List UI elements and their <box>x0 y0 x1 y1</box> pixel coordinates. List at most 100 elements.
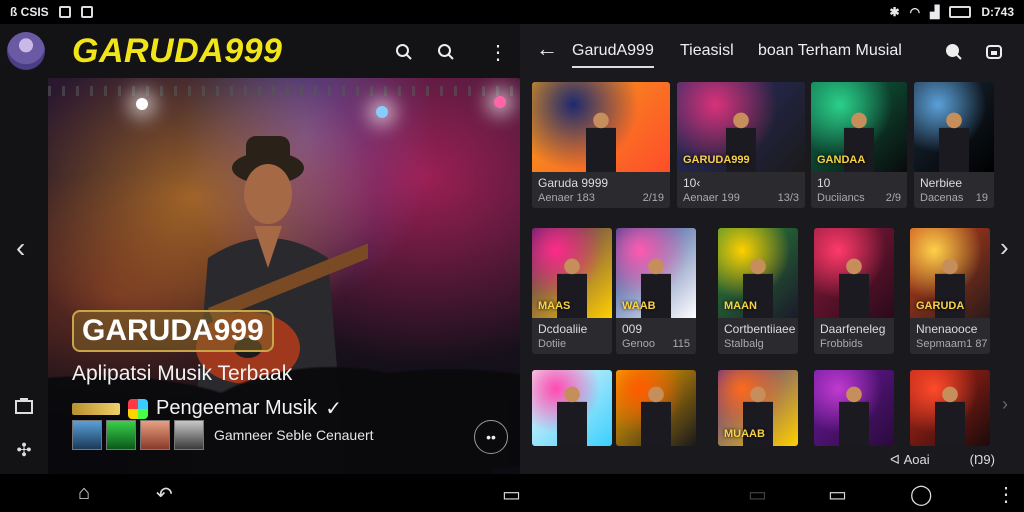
fan-thumbnail[interactable] <box>106 420 136 450</box>
album-cover <box>910 370 990 446</box>
album-cover <box>532 82 670 172</box>
album-card[interactable] <box>616 370 696 446</box>
home-icon[interactable]: ⌂ <box>78 482 90 505</box>
album-meta: Stalbalg <box>724 338 764 350</box>
artist-figure <box>939 112 969 172</box>
artist-figure <box>586 112 616 172</box>
badge-icon <box>72 402 120 415</box>
overview-icon[interactable]: ▭ <box>828 482 847 507</box>
prev-arrow-icon[interactable]: ‹ <box>16 232 25 264</box>
catalog-footer: ᐊ Aoai (Ŋ9) <box>890 452 995 468</box>
footer-right: (Ŋ9) <box>969 452 995 467</box>
album-cover: GANDAA <box>811 82 907 172</box>
album-cover <box>532 370 612 446</box>
album-meta: Dotiie <box>538 338 567 350</box>
album-cover: GARUDA999 <box>677 82 805 172</box>
album-card[interactable]: WAAB 009 Genoo 115 <box>616 228 696 354</box>
status-bar: ß CSIS ✱ ◠ ▟ D:743 <box>0 0 1024 24</box>
recents-icon-dim[interactable]: ▭ <box>748 482 767 507</box>
album-title: 10 <box>817 176 831 190</box>
album-card[interactable]: Nerbiee Dacenas 19 <box>914 82 994 208</box>
album-cover-text: MUAAB <box>724 428 765 440</box>
tab-terham-musial[interactable]: boan Terham Musial <box>758 42 902 60</box>
catalog-panel: ← GarudA999 Tieasisl boan Terham Musial … <box>520 24 1024 474</box>
footer-left: ᐊ Aoai <box>890 452 930 467</box>
status-time: D:743 <box>981 5 1014 19</box>
hero-banner[interactable]: GARUDA999 Aplipatsi Musik Terbaak Pengee… <box>48 78 520 474</box>
wifi-icon: ◠ <box>909 5 921 19</box>
back-icon[interactable]: ↶ <box>156 482 173 507</box>
cast-icon[interactable] <box>980 38 1008 66</box>
album-cover: GARUDA <box>910 228 990 318</box>
avatar[interactable] <box>7 32 45 70</box>
recents-icon[interactable]: ▭ <box>502 482 521 507</box>
tab-garuda[interactable]: GarudA999 <box>572 42 654 68</box>
album-card[interactable]: MAAS Dcdoaliie Dotiie <box>532 228 612 354</box>
album-meta: Duciiancs <box>817 192 865 204</box>
next-arrow-icon-dim[interactable]: › <box>1002 394 1008 415</box>
album-title: Nerbiee <box>920 176 963 190</box>
system-nav-bar: ⌂ ↶ ▭ ▭ ▭ ◯ ⋮ <box>0 474 1024 512</box>
tab-tieasisl[interactable]: Tieasisl <box>680 42 734 60</box>
battery-icon <box>949 6 972 18</box>
stage-light <box>376 106 388 118</box>
album-cover: MUAAB <box>718 370 798 446</box>
album-title: Daarfeneleg <box>820 322 886 336</box>
album-cover: MAAS <box>532 228 612 318</box>
settings-icon[interactable]: ✣ <box>12 438 36 462</box>
album-card[interactable]: MAAN Cortbentiiaee Stalbalg <box>718 228 798 354</box>
library-icon[interactable] <box>12 394 36 418</box>
check-icon: ✓ <box>325 398 342 420</box>
fan-thumbnail[interactable] <box>72 420 102 450</box>
album-meta: Frobbids <box>820 338 863 350</box>
thumbnails-label: Gamneer Seble Cenauert <box>214 427 374 443</box>
album-title: Dcdoaliie <box>538 322 588 336</box>
more-vert-icon[interactable]: ⋮ <box>484 38 512 66</box>
album-meta: Aenaer 199 <box>683 192 740 204</box>
album-count: 2/9 <box>885 192 901 204</box>
menu-icon[interactable]: ⋮ <box>996 482 1016 507</box>
next-arrow-icon[interactable]: › <box>1000 232 1009 263</box>
gallery-notification-icon <box>58 6 71 18</box>
artist-figure <box>839 258 869 318</box>
app-header: GARUDA999 ⋮ <box>0 24 520 80</box>
fan-thumbnail[interactable] <box>174 420 204 450</box>
album-card[interactable]: GARUDA999 10‹ Aenaer 199 13/3 <box>677 82 805 208</box>
image-notification-icon <box>80 6 93 18</box>
album-meta: Genoo <box>622 338 656 350</box>
album-meta: Aenaer 183 <box>538 192 595 204</box>
album-title: Cortbentiiaee <box>724 322 796 336</box>
album-meta: Sepmaam <box>916 338 967 350</box>
album-card[interactable]: Daarfeneleg Frobbids <box>814 228 894 354</box>
artist-figure <box>557 386 587 446</box>
album-cover-text: MAAS <box>538 300 571 312</box>
hero-tagline: Pengeemar Musik ✓ <box>72 396 342 421</box>
album-card[interactable] <box>532 370 612 446</box>
album-meta: Dacenas <box>920 192 964 204</box>
stage-truss <box>48 86 520 96</box>
album-cover <box>814 370 894 446</box>
album-title: 009 <box>622 322 643 336</box>
album-card[interactable]: Garuda 9999 Aenaer 183 2/19 <box>532 82 670 208</box>
album-card[interactable] <box>814 370 894 446</box>
status-left-text: ß CSIS <box>10 5 49 19</box>
album-count: 1 87 <box>966 338 988 350</box>
artist-figure <box>641 386 671 446</box>
album-card[interactable]: GARUDA Nnenaooce Sepmaam 1 87 <box>910 228 990 354</box>
search-icon[interactable] <box>940 38 968 66</box>
more-options-button[interactable]: •• <box>474 420 508 454</box>
album-cover <box>914 82 994 172</box>
fan-thumbnails: Gamneer Seble Cenauert <box>72 420 374 450</box>
search-icon[interactable] <box>390 38 418 66</box>
album-card[interactable] <box>910 370 990 446</box>
chat-icon[interactable]: ◯ <box>910 482 932 507</box>
album-cover-text: GARUDA999 <box>683 154 750 166</box>
album-count: 2/19 <box>642 192 664 204</box>
album-card[interactable]: GANDAA 10 Duciiancs 2/9 <box>811 82 907 208</box>
back-arrow-icon[interactable]: ← <box>536 36 558 62</box>
search-icon-secondary[interactable] <box>432 38 460 66</box>
album-title: 10‹ <box>683 176 701 190</box>
fan-thumbnail[interactable] <box>140 420 170 450</box>
album-cover <box>814 228 894 318</box>
album-card[interactable]: MUAAB <box>718 370 798 446</box>
